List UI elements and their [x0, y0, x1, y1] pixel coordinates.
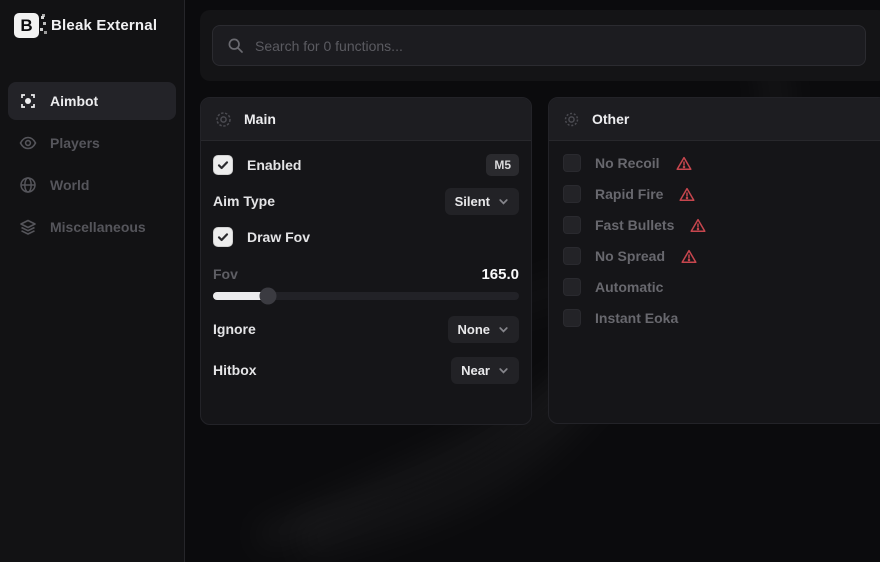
sidebar: B Bleak External Aimbot Players World — [0, 0, 185, 562]
toggle-no-spread: No Spread — [563, 247, 873, 265]
sidebar-item-label: Miscellaneous — [50, 219, 146, 235]
main-panel-body: Enabled M5 Aim Type Silent Draw Fov Fov … — [201, 141, 531, 399]
other-panel: Other No Recoil Rapid Fire Fast Bullets — [548, 97, 880, 424]
app-brand: B Bleak External — [0, 0, 184, 56]
hitbox-row: Hitbox Near — [213, 357, 519, 383]
aim-type-row: Aim Type Silent — [213, 188, 519, 214]
check-icon — [217, 159, 229, 171]
aim-type-label: Aim Type — [213, 193, 275, 209]
other-panel-header: Other — [549, 98, 880, 141]
chevron-down-icon — [498, 365, 509, 376]
automatic-label: Automatic — [595, 279, 663, 295]
draw-fov-row: Draw Fov — [213, 224, 519, 250]
draw-fov-label: Draw Fov — [247, 229, 310, 245]
eye-icon — [19, 134, 37, 152]
main-panel: Main Enabled M5 Aim Type Silent — [200, 97, 532, 425]
toggle-fast-bullets: Fast Bullets — [563, 216, 873, 234]
warning-icon — [679, 187, 695, 202]
no-recoil-label: No Recoil — [595, 155, 660, 171]
search-icon — [227, 37, 244, 54]
fov-label: Fov — [213, 266, 238, 282]
aim-type-dropdown[interactable]: Silent — [445, 188, 519, 215]
fast-bullets-checkbox[interactable] — [563, 216, 581, 234]
enabled-checkbox[interactable] — [213, 155, 233, 175]
instant-eoka-checkbox[interactable] — [563, 309, 581, 327]
no-spread-checkbox[interactable] — [563, 247, 581, 265]
sidebar-item-world[interactable]: World — [8, 166, 176, 204]
draw-fov-checkbox[interactable] — [213, 227, 233, 247]
sidebar-item-label: World — [50, 177, 89, 193]
warning-icon — [676, 156, 692, 171]
disc-icon — [215, 111, 232, 128]
automatic-checkbox[interactable] — [563, 278, 581, 296]
app-logo-icon: B — [14, 13, 39, 38]
check-icon — [217, 231, 229, 243]
rapid-fire-checkbox[interactable] — [563, 185, 581, 203]
chevron-down-icon — [498, 196, 509, 207]
hitbox-label: Hitbox — [213, 362, 257, 378]
enabled-row: Enabled M5 — [213, 152, 519, 178]
main-panel-header: Main — [201, 98, 531, 141]
fov-row: Fov 165.0 — [213, 264, 519, 284]
ignore-value: None — [458, 322, 491, 337]
search-bar-container: Search for 0 functions... — [200, 10, 880, 81]
instant-eoka-label: Instant Eoka — [595, 310, 678, 326]
toggle-no-recoil: No Recoil — [563, 154, 873, 172]
fov-slider-handle[interactable] — [260, 288, 277, 305]
sidebar-nav: Aimbot Players World Miscellaneous — [0, 74, 184, 254]
warning-icon — [681, 249, 697, 264]
search-input[interactable]: Search for 0 functions... — [212, 25, 866, 66]
fov-value: 165.0 — [481, 266, 519, 283]
ignore-label: Ignore — [213, 321, 256, 337]
toggle-automatic: Automatic — [563, 278, 873, 296]
layers-icon — [19, 218, 37, 236]
hitbox-dropdown[interactable]: Near — [451, 357, 519, 384]
no-recoil-checkbox[interactable] — [563, 154, 581, 172]
sidebar-item-miscellaneous[interactable]: Miscellaneous — [8, 208, 176, 246]
fov-slider[interactable] — [213, 292, 519, 300]
sidebar-item-label: Aimbot — [50, 93, 98, 109]
hitbox-value: Near — [461, 363, 490, 378]
chevron-down-icon — [498, 324, 509, 335]
no-spread-label: No Spread — [595, 248, 665, 264]
aim-type-value: Silent — [455, 194, 490, 209]
toggle-instant-eoka: Instant Eoka — [563, 309, 873, 327]
other-panel-list: No Recoil Rapid Fire Fast Bullets No Spr… — [549, 141, 880, 340]
warning-icon — [690, 218, 706, 233]
sidebar-item-players[interactable]: Players — [8, 124, 176, 162]
rapid-fire-label: Rapid Fire — [595, 186, 663, 202]
sidebar-item-label: Players — [50, 135, 100, 151]
gear-icon — [563, 111, 580, 128]
main-panel-title: Main — [244, 111, 276, 127]
other-panel-title: Other — [592, 111, 629, 127]
globe-icon — [19, 176, 37, 194]
crosshair-icon — [19, 92, 37, 110]
toggle-rapid-fire: Rapid Fire — [563, 185, 873, 203]
enabled-label: Enabled — [247, 157, 301, 173]
sidebar-item-aimbot[interactable]: Aimbot — [8, 82, 176, 120]
ignore-dropdown[interactable]: None — [448, 316, 520, 343]
fast-bullets-label: Fast Bullets — [595, 217, 674, 233]
keybind-badge[interactable]: M5 — [486, 154, 519, 176]
search-placeholder: Search for 0 functions... — [255, 38, 403, 54]
ignore-row: Ignore None — [213, 316, 519, 342]
app-title: Bleak External — [51, 17, 157, 34]
